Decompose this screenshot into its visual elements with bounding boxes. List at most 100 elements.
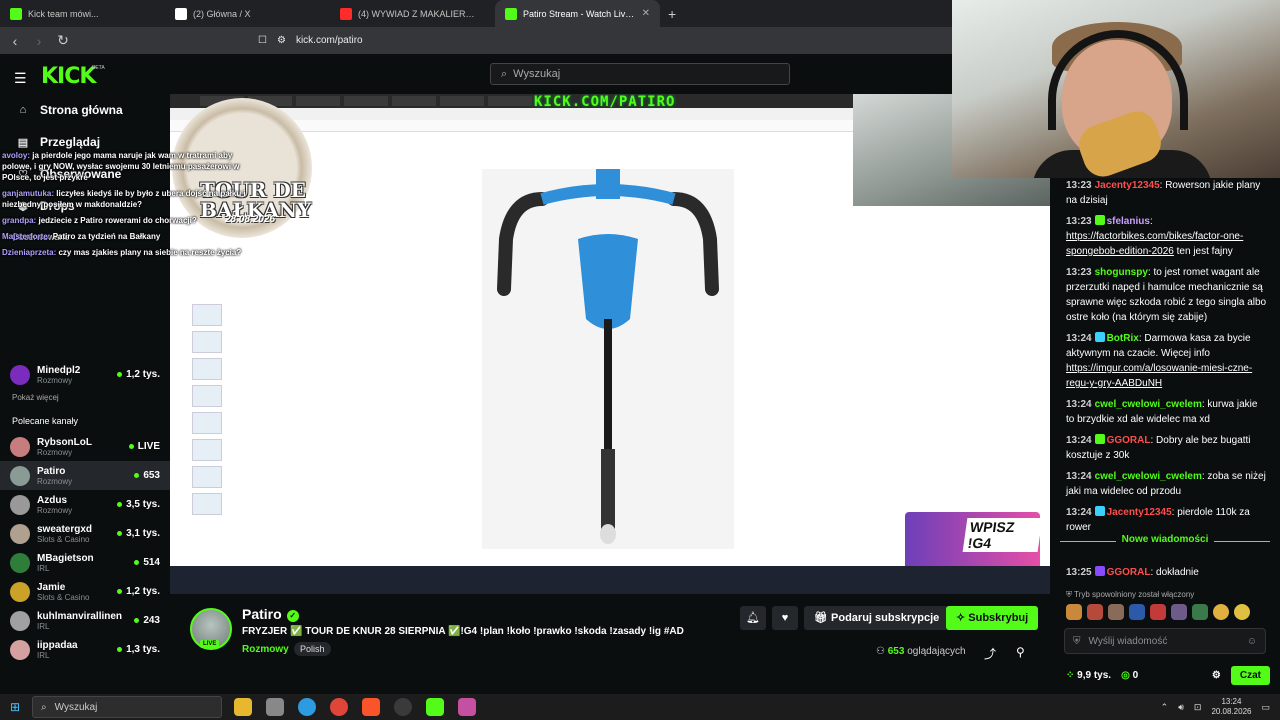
kick-logo[interactable]: KICK: [41, 64, 96, 89]
badge-icon: [1094, 215, 1105, 225]
channel-item[interactable]: Minedpl2 Rozmowy 1,2 tys.: [0, 360, 170, 389]
sidebar-item-label: Przeglądaj: [40, 135, 101, 149]
channel-viewers: 653: [134, 470, 160, 481]
follow-heart-icon[interactable]: ♥: [772, 606, 798, 630]
volume-icon[interactable]: 🔊︎: [1178, 702, 1184, 713]
menu-icon[interactable]: ☰: [14, 70, 27, 87]
chevron-up-icon[interactable]: ⌃: [1161, 702, 1169, 713]
reload-icon[interactable]: ↻: [54, 32, 72, 49]
send-chat-button[interactable]: Czat: [1230, 665, 1270, 685]
chat-username: shogunspy: [1094, 267, 1148, 278]
live-dot-icon: [117, 589, 123, 594]
clip-icon[interactable]: ⚲: [1016, 645, 1025, 659]
live-dot-icon: [128, 444, 134, 449]
badge-icon: [1094, 434, 1105, 444]
avatar: [10, 610, 30, 631]
shield-icon[interactable]: ⛨: [1073, 636, 1081, 647]
back-icon[interactable]: ‹: [6, 33, 24, 49]
chat-footer: ⁘ 9,9 tys. ◎ 0 ⚙ Czat: [1066, 664, 1270, 686]
beta-label: BETA: [92, 65, 105, 71]
edge-icon[interactable]: [298, 698, 316, 716]
emote-icon: [1129, 604, 1145, 620]
stream-info: LIVE Patiro ✓ FRYZJER ✅ TOUR DE KNUR 28 S…: [170, 594, 1050, 688]
kicks-display[interactable]: ◎ 0: [1121, 670, 1138, 681]
brave-icon[interactable]: [362, 698, 380, 716]
folder-icon[interactable]: [234, 698, 252, 716]
points-display[interactable]: ⁘ 9,9 tys.: [1066, 670, 1111, 681]
browse-icon: ▤: [17, 136, 29, 149]
browser-tab[interactable]: (2) Główna / X: [165, 0, 330, 27]
kick-app-icon[interactable]: [426, 698, 444, 716]
channel-category: IRL: [37, 621, 50, 631]
browser-tab[interactable]: (4) WYWIAD Z MAKALIEREM: Hakow: [330, 0, 495, 27]
channel-name: Azdus: [37, 494, 67, 506]
channel-viewers: LIVE: [128, 441, 160, 452]
badge-icon: [1094, 566, 1105, 576]
sidebar-item-label: Strona główna: [40, 103, 123, 117]
live-dot-icon: [117, 372, 123, 377]
channel-item[interactable]: sweatergxd Slots & Casino 3,1 tys.: [0, 519, 170, 548]
recommended-heading: Polecane kanały: [12, 416, 79, 426]
emoji-icon[interactable]: ☺: [1247, 636, 1257, 647]
emote-icon: [1234, 604, 1250, 620]
streamer-name[interactable]: Patiro ✓: [242, 606, 299, 622]
os-search-input[interactable]: ⌕ Wyszukaj: [32, 696, 222, 718]
channel-name: kuhlmanvirallinen: [37, 610, 123, 622]
share-icon[interactable]: ⤴: [984, 645, 996, 662]
chat-username: cwel_cwelowi_cwelem: [1094, 471, 1202, 482]
chat-message: 13:24 cwel_cwelowi_cwelem: zoba se niżej …: [1066, 471, 1266, 497]
message-time: 13:24: [1066, 333, 1092, 344]
forward-icon[interactable]: ›: [30, 33, 48, 49]
language-tag[interactable]: Polish: [294, 642, 331, 656]
sidebar-item-home[interactable]: ⌂ Strona główna: [0, 94, 170, 126]
verified-icon: ✓: [286, 610, 299, 622]
search-input[interactable]: ⌕ Wyszukaj: [490, 63, 790, 85]
url-field[interactable]: ☐ ⚙ kick.com/patiro: [258, 35, 363, 46]
chat-input[interactable]: ⛨ Wyślij wiadomość ☺: [1064, 628, 1266, 654]
channel-item[interactable]: Patiro Rozmowy 653: [0, 461, 170, 490]
message-time: 13:24: [1066, 435, 1092, 446]
chat-link[interactable]: https://imgur.com/a/losowanie-miesi-czne…: [1066, 363, 1252, 389]
bookmark-icon[interactable]: ☐: [258, 35, 267, 46]
stream-category[interactable]: Rozmowy: [242, 644, 289, 655]
network-icon[interactable]: ⊡: [1194, 702, 1202, 713]
clock[interactable]: 13:24 20.08.2026: [1211, 697, 1251, 717]
live-badge: LIVE: [200, 640, 220, 648]
channel-viewers: 1,2 tys.: [117, 586, 160, 597]
search-placeholder: Wyszukaj: [513, 68, 561, 80]
new-tab-icon[interactable]: +: [668, 6, 676, 22]
gift-subs-button[interactable]: 🎁︎ Podaruj subskrypcje: [804, 606, 950, 630]
site-info-icon[interactable]: ⚙: [277, 35, 286, 46]
windows-start-icon[interactable]: ⊞: [0, 700, 30, 714]
notification-bell-icon[interactable]: 🔔︎: [740, 606, 766, 630]
avatar: [10, 465, 30, 486]
channel-item[interactable]: MBagietson IRL 514: [0, 548, 170, 577]
emote-icon: [1066, 604, 1082, 620]
video-player[interactable]: KICK.COM/PATIRO TOUR DE BAŁKANY 28.08.202…: [170, 94, 1050, 594]
obs-icon[interactable]: [394, 698, 412, 716]
channel-item[interactable]: Azdus Rozmowy 3,5 tys.: [0, 490, 170, 519]
stream-chat-overlay: avoloy: ja pierdole jego mama naruje jak…: [2, 150, 252, 263]
settings-icon[interactable]: ⚙: [1212, 670, 1221, 681]
emote-bar[interactable]: [1066, 604, 1250, 620]
channel-item[interactable]: Jamie Slots & Casino 1,2 tys.: [0, 577, 170, 606]
channel-item[interactable]: iippadaa IRL 1,3 tys.: [0, 635, 170, 664]
show-more-link[interactable]: Pokaż więcej: [0, 389, 170, 406]
channel-item[interactable]: RybsonLoL Rozmowy LIVE: [0, 432, 170, 461]
chrome-icon[interactable]: [330, 698, 348, 716]
app-icon[interactable]: [266, 698, 284, 716]
channel-name: Patiro: [37, 465, 66, 477]
close-icon[interactable]: ✕: [642, 8, 650, 19]
channel-category: Slots & Casino: [37, 592, 90, 602]
product-thumbnails: [174, 299, 240, 594]
channel-item[interactable]: kuhlmanvirallinen IRL 243: [0, 606, 170, 635]
app2-icon[interactable]: [458, 698, 476, 716]
browser-tab[interactable]: Kick team mówi...: [0, 0, 165, 27]
notifications-icon[interactable]: ▭: [1261, 702, 1270, 713]
browser-tab[interactable]: Patiro Stream - Watch Live on Kick ✕: [495, 0, 660, 27]
subscribe-button[interactable]: ✧ Subskrybuj: [946, 606, 1039, 630]
shield-icon: ⛨: [1066, 590, 1075, 599]
channel-name: RybsonLoL: [37, 436, 92, 448]
new-messages-divider[interactable]: Nowe wiadomości: [1060, 534, 1270, 557]
channel-category: Rozmowy: [37, 447, 73, 457]
